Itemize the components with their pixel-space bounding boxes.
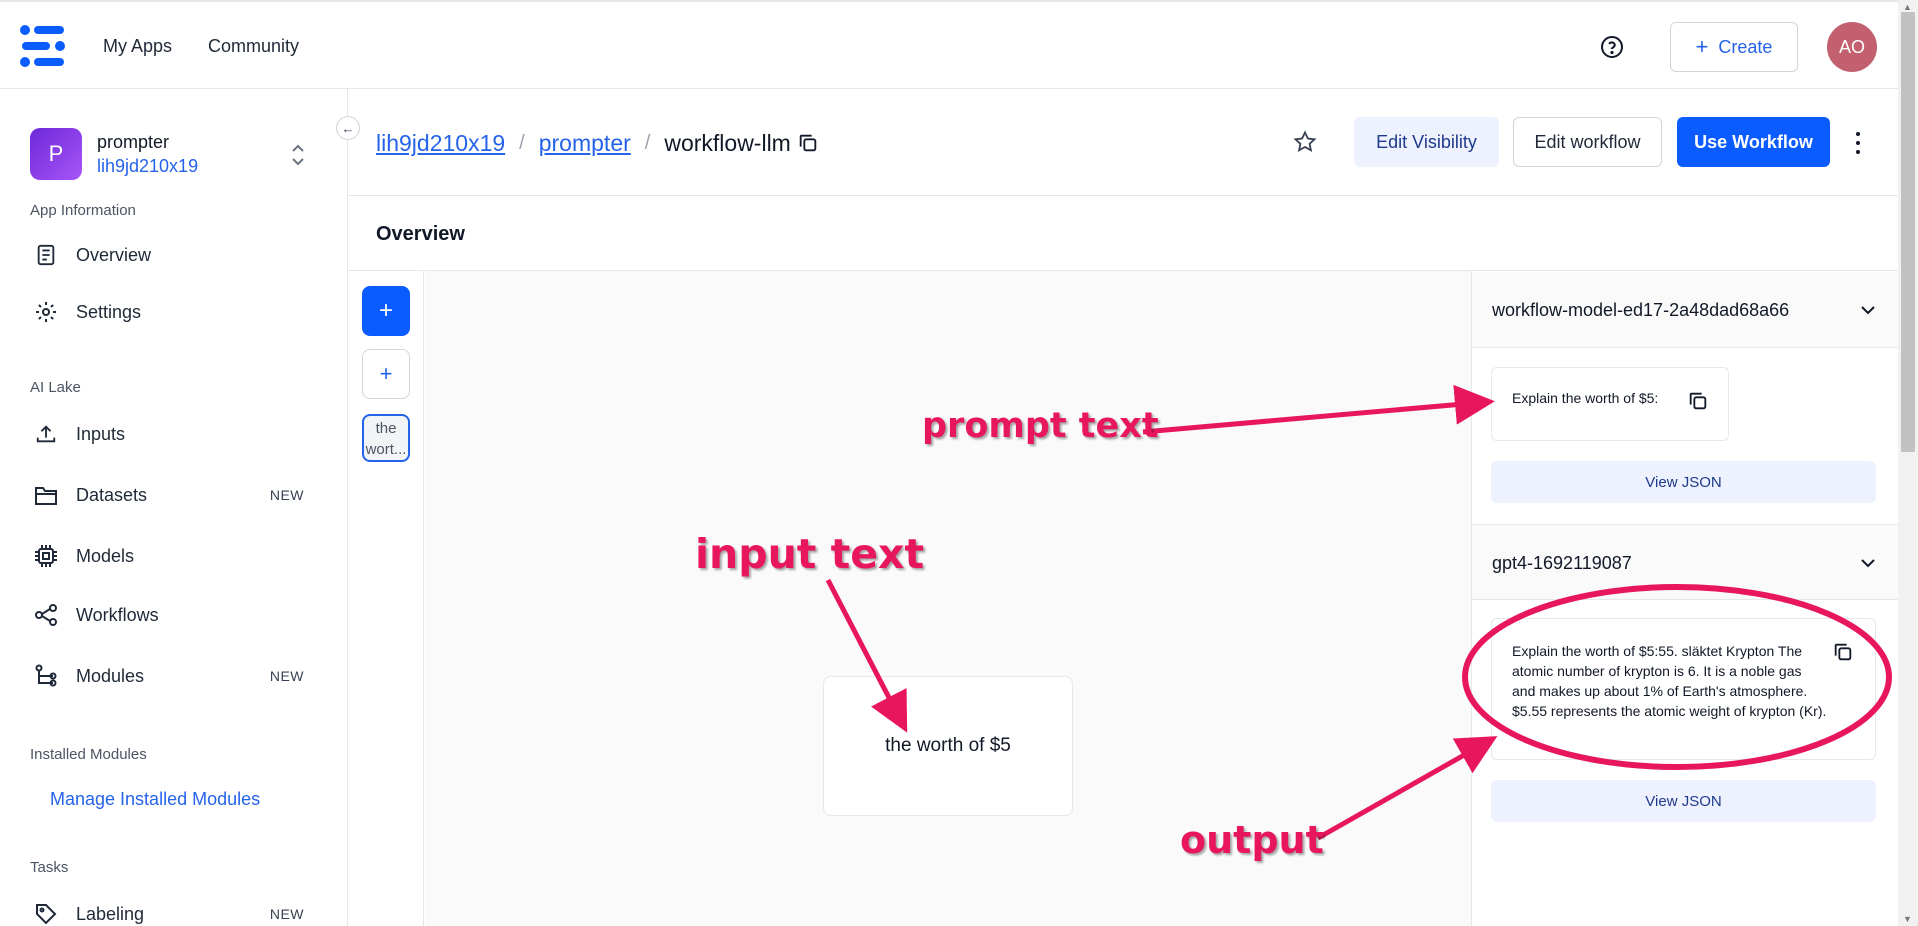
annotation-output-text: output [1180, 818, 1324, 862]
scroll-down-arrow-icon[interactable]: ▼ [1903, 914, 1912, 924]
chevron-down-icon[interactable] [1858, 300, 1878, 320]
chip-icon [32, 542, 60, 570]
input-text-card: the worth of $5 [823, 676, 1073, 816]
sidebar-item-workflows[interactable]: Workflows [32, 595, 322, 635]
manage-installed-modules-link[interactable]: Manage Installed Modules [50, 789, 260, 810]
breadcrumb-separator: / [644, 131, 651, 154]
scroll-up-arrow-icon[interactable]: ▲ [1903, 2, 1912, 12]
sidebar-item-modules[interactable]: Modules NEW [32, 656, 322, 696]
breadcrumb-owner-link[interactable]: lih9jd210x19 [376, 130, 505, 157]
sidebar-item-label: Labeling [76, 903, 145, 924]
breadcrumb-app-link[interactable]: prompter [539, 130, 631, 157]
create-button-label: Create [1718, 36, 1773, 57]
sidebar-item-label: Settings [76, 301, 142, 322]
app-name: prompter [97, 132, 170, 152]
chevron-up-down-icon[interactable] [290, 142, 306, 168]
nav-my-apps-link[interactable]: My Apps [103, 36, 172, 57]
header-divider [348, 195, 1898, 196]
edit-workflow-button[interactable]: Edit workflow [1513, 117, 1662, 167]
copy-icon[interactable] [1832, 641, 1854, 663]
modules-icon [32, 662, 60, 690]
document-icon [32, 241, 60, 269]
sidebar-item-label: Inputs [76, 423, 126, 444]
model-output-card: Explain the worth of $5:55. släktet Kryp… [1491, 618, 1876, 760]
sidebar-item-label: Models [76, 545, 135, 566]
section-label-tasks: Tasks [30, 859, 69, 876]
app-badge: P [30, 128, 82, 180]
plus-icon: + [1695, 34, 1709, 59]
sidebar-item-inputs[interactable]: Inputs [32, 414, 322, 454]
collapse-sidebar-button[interactable]: ← [336, 116, 360, 140]
model-id-label: workflow-model-ed17-2a48dad68a66 [1492, 300, 1790, 320]
model-result-header[interactable]: workflow-model-ed17-2a48dad68a66 [1472, 272, 1898, 348]
edit-visibility-button[interactable]: Edit Visibility [1354, 117, 1499, 167]
input-thumbnail[interactable]: the wort... [362, 414, 410, 462]
gear-icon [32, 298, 60, 326]
upload-icon [32, 420, 60, 448]
overview-tab-title[interactable]: Overview [376, 223, 465, 246]
model-result-header[interactable]: gpt4-1692119087 [1472, 524, 1898, 600]
breadcrumb-separator: / [519, 131, 525, 154]
sidebar-item-label: Workflows [76, 604, 159, 625]
sidebar-item-overview[interactable]: Overview [32, 235, 322, 275]
breadcrumb-workflow-name: workflow-llm [664, 129, 791, 156]
help-circle-icon[interactable] [1600, 35, 1624, 59]
new-badge: NEW [269, 668, 304, 684]
scrollbar-thumb[interactable] [1901, 12, 1915, 452]
section-label-installed-modules: Installed Modules [30, 746, 147, 763]
sidebar-item-label: Modules [76, 665, 145, 686]
more-options-icon[interactable] [1846, 128, 1870, 158]
plus-icon: + [379, 361, 393, 386]
page-scrollbar[interactable]: ▲ ▼ [1898, 0, 1918, 926]
use-workflow-button[interactable]: Use Workflow [1677, 117, 1830, 167]
breadcrumb: lih9jd210x19 / prompter / workflow-llm [376, 128, 819, 158]
copy-icon[interactable] [1687, 390, 1709, 412]
create-button[interactable]: + Create [1670, 22, 1798, 72]
sidebar-item-labeling[interactable]: Labeling NEW [32, 894, 322, 926]
sidebar-item-label: Datasets [76, 484, 148, 505]
add-text-input-button[interactable]: + [362, 349, 410, 399]
app-switcher[interactable]: P prompter lih9jd210x19 [30, 128, 320, 184]
plus-icon: + [378, 297, 393, 324]
copy-icon[interactable] [797, 132, 819, 154]
sidebar-item-label: Overview [76, 244, 152, 265]
annotation-input-text: input text [695, 530, 925, 578]
view-json-button[interactable]: View JSON [1491, 780, 1876, 822]
nav-community-link[interactable]: Community [208, 36, 299, 57]
model-id-label: gpt4-1692119087 [1492, 553, 1632, 573]
model-output-text: Explain the worth of $5:55. släktet Kryp… [1512, 643, 1827, 719]
section-label-ai-lake: AI Lake [30, 379, 81, 396]
app-owner-link[interactable]: lih9jd210x19 [97, 156, 198, 177]
annotation-prompt-text: prompt text [922, 406, 1159, 446]
sidebar-item-settings[interactable]: Settings [32, 292, 322, 332]
sidebar: P prompter lih9jd210x19 App Information … [0, 89, 348, 926]
new-badge: NEW [269, 906, 304, 922]
model-output-text: Explain the worth of $5: [1512, 390, 1659, 406]
sidebar-item-models[interactable]: Models [32, 536, 322, 576]
top-navigation-bar: My Apps Community + Create AO [0, 0, 1898, 89]
user-avatar[interactable]: AO [1827, 22, 1877, 72]
new-badge: NEW [269, 487, 304, 503]
tag-icon [32, 900, 60, 926]
folder-icon [32, 481, 60, 509]
add-input-button[interactable]: + [362, 286, 410, 336]
chevron-down-icon[interactable] [1858, 553, 1878, 573]
section-label-app-information: App Information [30, 202, 136, 219]
view-json-button[interactable]: View JSON [1491, 461, 1876, 503]
sidebar-item-datasets[interactable]: Datasets NEW [32, 475, 322, 515]
arrow-left-icon: ← [341, 120, 355, 136]
star-icon[interactable] [1293, 130, 1317, 154]
clarifai-logo-icon[interactable] [18, 24, 68, 68]
share-icon [32, 601, 60, 629]
